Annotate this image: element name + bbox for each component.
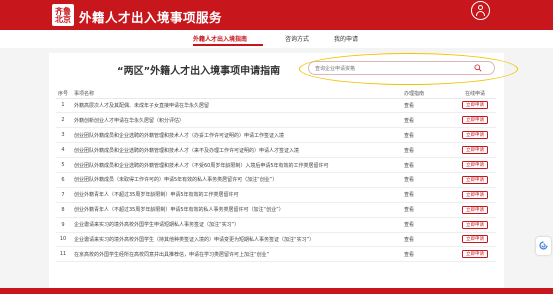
row-name: 创业团队外籍成员和企业选聘的外籍管理和技术人才（不受60周岁年龄限制）入境后申请… [70, 157, 404, 173]
view-guide-link[interactable]: 查看 [404, 133, 414, 139]
row-index: 5 [56, 157, 70, 173]
row-index: 1 [56, 98, 70, 114]
application-table: 序号 事项名称 办理指南 在线申请 1 外籍高层次人才及其配偶、未成年子女直接申… [56, 90, 496, 263]
table-row: 9 企业邀请来实习的境外高校外国学生申请短期私人事务签证（加注“实习”） 查看 … [56, 217, 496, 233]
row-index: 9 [56, 217, 70, 233]
logo-text: 齐鲁 北京 [55, 6, 71, 24]
row-index: 11 [56, 246, 70, 263]
header-name: 事项名称 [70, 90, 404, 99]
view-guide-link[interactable]: 查看 [404, 118, 414, 124]
row-index: 8 [56, 202, 70, 218]
page-title: “两区”外籍人才出入境事项申请指南 [117, 66, 281, 77]
table-row: 10 企业邀请来实习的境外高校外国学生（持其他种类签证入境的）申请变更为短期私人… [56, 232, 496, 248]
user-icon [478, 5, 483, 10]
user-avatar-button[interactable] [471, 1, 490, 20]
row-name: 企业邀请来实习的境外高校外国学生申请短期私人事务签证（加注“实习”） [70, 217, 404, 233]
table-row: 6 创业团队外籍成员（未取得工作许可的）申请5年有效的私人事务类居留许可（加注“… [56, 172, 496, 188]
table-header-row: 序号 事项名称 办理指南 在线申请 [56, 90, 496, 99]
view-guide-link[interactable]: 查看 [404, 177, 414, 183]
row-name: 外籍创新创业人才申请在华永久居留（积分评估） [70, 112, 404, 129]
row-name: 创业外籍青年人（不超过35周岁年龄限制）申请5年有效的私人事务类居留许可（加注“… [70, 202, 404, 218]
apply-now-button[interactable]: 立即申请 [462, 250, 488, 259]
row-index: 7 [56, 187, 70, 203]
header-index: 序号 [56, 90, 70, 99]
main-nav: 外籍人才出入境指南 咨询方式 我的申请 [0, 30, 553, 48]
apply-now-button[interactable]: 立即申请 [462, 175, 488, 184]
row-name: 创业外籍青年人（不超过35周岁年龄限制）申请5年有效的工作类居留许可 [70, 187, 404, 203]
apply-now-button[interactable]: 立即申请 [462, 131, 488, 140]
nav-active-indicator [193, 44, 263, 46]
apply-now-button[interactable]: 立即申请 [462, 116, 488, 125]
header-guide: 办理指南 [404, 90, 454, 99]
user-icon-body [476, 11, 485, 16]
header-apply: 在线申请 [454, 90, 496, 99]
site-title: 外籍人才出入境事项服务 [79, 10, 223, 25]
table-row: 8 创业外籍青年人（不超过35周岁年龄限制）申请5年有效的私人事务类居留许可（加… [56, 202, 496, 218]
nav-item-my-applications[interactable]: 我的申请 [334, 34, 358, 43]
site-logo[interactable]: 齐鲁 北京 [52, 4, 74, 26]
row-name: 创业团队外籍成员和企业选聘的外籍管理和技术人才（办妥工作许可证明的）申请工作签证… [70, 127, 404, 144]
view-guide-link[interactable]: 查看 [404, 222, 414, 228]
row-index: 4 [56, 142, 70, 159]
search-highlight-annotation [299, 53, 518, 85]
apply-now-button[interactable]: 立即申请 [462, 220, 488, 229]
view-guide-link[interactable]: 查看 [404, 207, 414, 213]
view-guide-link[interactable]: 查看 [404, 103, 414, 109]
nav-item-contact[interactable]: 咨询方式 [285, 34, 309, 43]
footer-bar [0, 288, 553, 294]
view-guide-link[interactable]: 查看 [404, 192, 414, 198]
row-name: 创业团队外籍成员和企业选聘的外籍管理和技术人才（来不及办理工作许可证明的）申请人… [70, 142, 404, 159]
view-guide-link[interactable]: 查看 [404, 237, 414, 243]
view-guide-link[interactable]: 查看 [404, 252, 414, 258]
apply-now-button[interactable]: 立即申请 [462, 146, 488, 155]
row-index: 2 [56, 112, 70, 129]
view-guide-link[interactable]: 查看 [404, 163, 414, 169]
table-row: 2 外籍创新创业人才申请在华永久居留（积分评估） 查看 立即申请 [56, 112, 496, 129]
view-guide-link[interactable]: 查看 [404, 148, 414, 154]
table-row: 5 创业团队外籍成员和企业选聘的外籍管理和技术人才（不受60周岁年龄限制）入境后… [56, 157, 496, 173]
row-name: 企业邀请来实习的境外高校外国学生（持其他种类签证入境的）申请变更为短期私人事务签… [70, 232, 404, 248]
table-row: 1 外籍高层次人才及其配偶、未成年子女直接申请在华永久居留 查看 立即申请 [56, 98, 496, 114]
table-row: 11 在京高校的外国学生经所在高校同意并出具推荐信，申请在学习类居留许可上加注“… [56, 246, 496, 263]
side-float-button[interactable] [536, 237, 551, 255]
apply-now-button[interactable]: 立即申请 [462, 190, 488, 199]
apply-now-button[interactable]: 立即申请 [462, 205, 488, 214]
row-index: 10 [56, 232, 70, 248]
chat-icon [539, 241, 548, 250]
nav-item-guide[interactable]: 外籍人才出入境指南 [193, 34, 247, 43]
apply-now-button[interactable]: 立即申请 [462, 101, 488, 110]
table-row: 3 创业团队外籍成员和企业选聘的外籍管理和技术人才（办妥工作许可证明的）申请工作… [56, 127, 496, 144]
table-row: 7 创业外籍青年人（不超过35周岁年龄限制）申请5年有效的工作类居留许可 查看 … [56, 187, 496, 203]
table-row: 4 创业团队外籍成员和企业选聘的外籍管理和技术人才（来不及办理工作许可证明的）申… [56, 142, 496, 159]
apply-now-button[interactable]: 立即申请 [462, 235, 488, 244]
apply-now-button[interactable]: 立即申请 [462, 161, 488, 169]
row-index: 6 [56, 172, 70, 188]
row-name: 在京高校的外国学生经所在高校同意并出具推荐信，申请在学习类居留许可上加注“创业” [70, 246, 404, 263]
row-index: 3 [56, 127, 70, 144]
row-name: 外籍高层次人才及其配偶、未成年子女直接申请在华永久居留 [70, 98, 404, 114]
row-name: 创业团队外籍成员（未取得工作许可的）申请5年有效的私人事务类居留许可（加注“创业… [70, 172, 404, 188]
